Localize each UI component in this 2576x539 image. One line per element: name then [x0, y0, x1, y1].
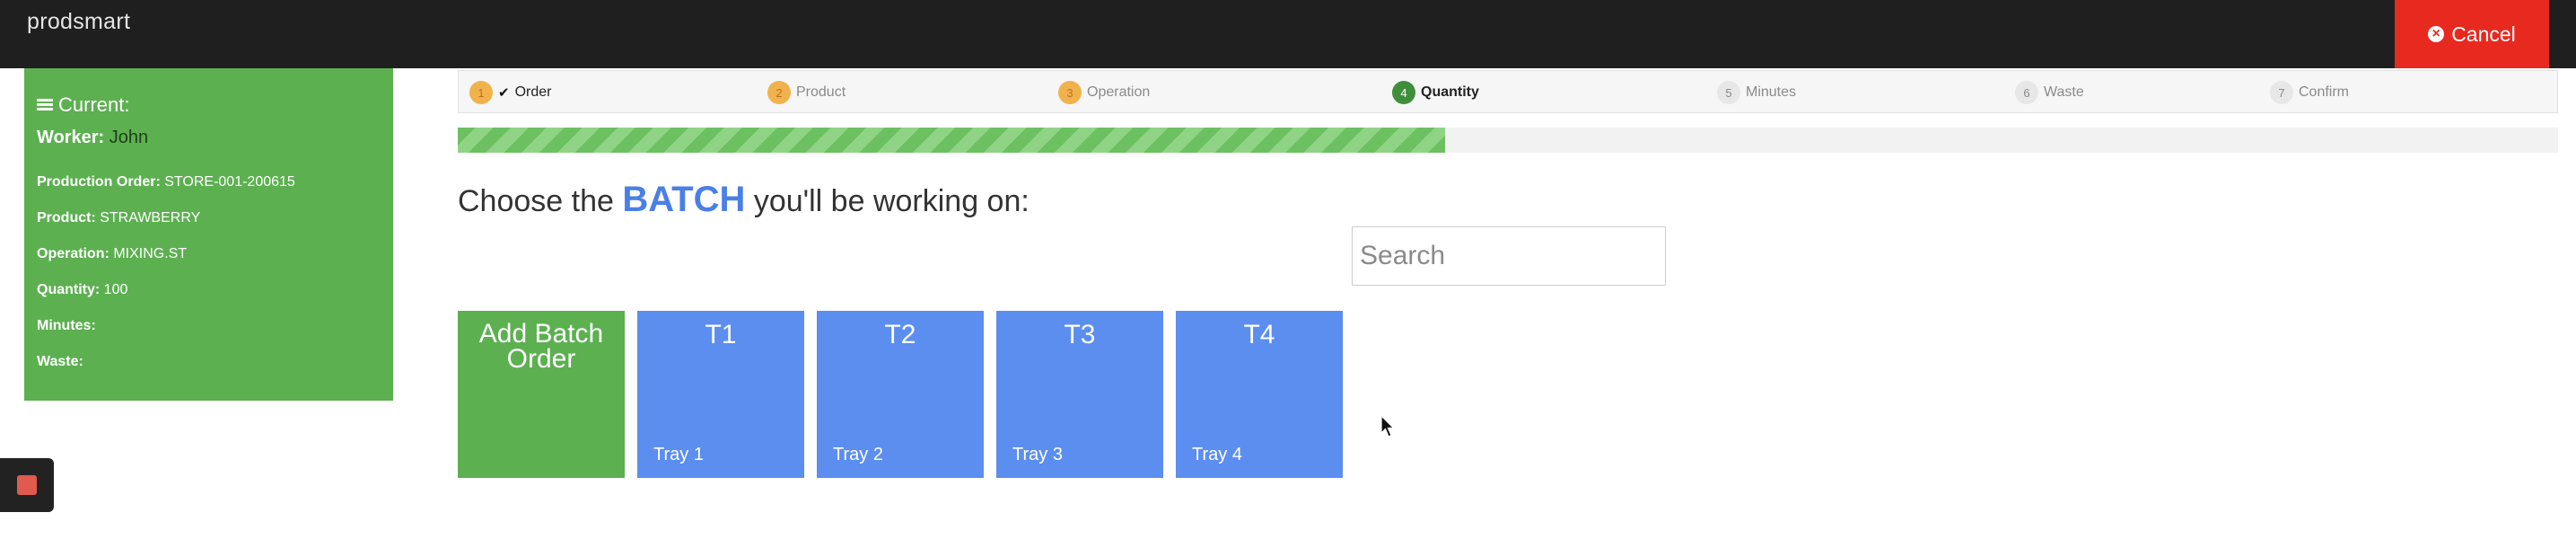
step-minutes[interactable]: 5 Minutes	[1717, 81, 1796, 104]
step-label: Operation	[1087, 84, 1151, 100]
step-number: 5	[1717, 81, 1740, 104]
panel-title-text: Current:	[58, 93, 130, 116]
bars-icon	[37, 99, 53, 111]
stop-recording-button[interactable]	[0, 458, 54, 512]
current-info-panel: Current: Worker: John Production Order: …	[24, 68, 393, 401]
step-order[interactable]: 1 ✔ Order	[469, 81, 551, 104]
quantity-value: 100	[103, 282, 128, 297]
heading-prefix: Choose the	[458, 184, 623, 218]
wizard-progress-bar	[458, 128, 2558, 153]
production-order-value: STORE-001-200615	[164, 174, 295, 190]
product-value: STRAWBERRY	[100, 210, 201, 225]
batch-name: Tray 2	[833, 445, 883, 464]
step-waste[interactable]: 6 Waste	[2015, 81, 2084, 104]
batch-code: T3	[1064, 320, 1096, 349]
add-batch-order-button[interactable]: Add Batch Order	[458, 311, 625, 478]
batch-tile-t2[interactable]: T2 Tray 2	[817, 311, 984, 478]
batch-code: T1	[705, 320, 737, 349]
cancel-button[interactable]: × Cancel	[2395, 0, 2549, 68]
operation-value: MIXING.ST	[113, 246, 188, 261]
batch-tile-t4[interactable]: T4 Tray 4	[1176, 311, 1343, 478]
step-label: Waste	[2044, 84, 2084, 100]
minutes-label: Minutes:	[37, 318, 96, 333]
product-row: Product: STRAWBERRY	[37, 210, 200, 226]
production-order-label: Production Order:	[37, 174, 161, 190]
product-label: Product:	[37, 210, 96, 225]
worker-row: Worker: John	[37, 128, 148, 148]
heading-suffix: you'll be working on:	[745, 184, 1030, 218]
panel-title: Current:	[37, 93, 129, 117]
operation-label: Operation:	[37, 246, 110, 261]
times-circle-icon: ×	[2428, 26, 2445, 42]
step-label: Quantity	[1421, 84, 1479, 100]
quantity-row: Quantity: 100	[37, 282, 127, 298]
step-product[interactable]: 2 Product	[767, 81, 846, 104]
step-wizard: 1 ✔ Order 2 Product 3 Operation 4 Quanti…	[458, 70, 2558, 113]
production-order-row: Production Order: STORE-001-200615	[37, 174, 295, 190]
page-heading: Choose the BATCH you'll be working on:	[458, 180, 1030, 220]
stop-icon	[17, 475, 37, 495]
batch-name: Tray 4	[1192, 445, 1242, 464]
batch-code: T4	[1243, 320, 1275, 349]
step-number: 3	[1058, 81, 1082, 104]
minutes-row: Minutes:	[37, 318, 96, 334]
quantity-label: Quantity:	[37, 282, 101, 297]
worker-label: Worker:	[37, 128, 105, 147]
step-number: 4	[1392, 81, 1415, 104]
step-operation[interactable]: 3 Operation	[1058, 81, 1150, 104]
progress-fill	[458, 128, 1445, 153]
check-icon: ✔	[498, 85, 510, 101]
operation-row: Operation: MIXING.ST	[37, 246, 187, 262]
step-label: Order	[514, 84, 552, 100]
mouse-pointer-icon	[1380, 415, 1395, 437]
waste-label: Waste:	[37, 354, 83, 369]
waste-row: Waste:	[37, 354, 83, 370]
batch-tile-t3[interactable]: T3 Tray 3	[996, 311, 1163, 478]
app-brand: prodsmart	[27, 9, 131, 34]
batch-name: Tray 3	[1012, 445, 1063, 464]
batch-code: T2	[884, 320, 916, 349]
step-quantity[interactable]: 4 Quantity	[1392, 81, 1479, 104]
step-label: Confirm	[2299, 84, 2350, 100]
add-batch-label: Add Batch Order	[478, 319, 604, 374]
step-number: 2	[767, 81, 791, 104]
heading-emphasis: BATCH	[622, 180, 746, 219]
step-confirm[interactable]: 7 Confirm	[2270, 81, 2349, 104]
search-input[interactable]	[1352, 226, 1666, 286]
top-bar: prodsmart × Cancel	[0, 0, 2576, 68]
worker-value: John	[109, 128, 149, 147]
step-label: Minutes	[1746, 84, 1797, 100]
step-number: 6	[2015, 81, 2038, 104]
step-number: 1	[469, 81, 493, 104]
step-number: 7	[2270, 81, 2293, 104]
step-label: Product	[796, 84, 846, 100]
cancel-label: Cancel	[2451, 22, 2516, 46]
batch-name: Tray 1	[653, 445, 704, 464]
batch-tile-t1[interactable]: T1 Tray 1	[637, 311, 804, 478]
